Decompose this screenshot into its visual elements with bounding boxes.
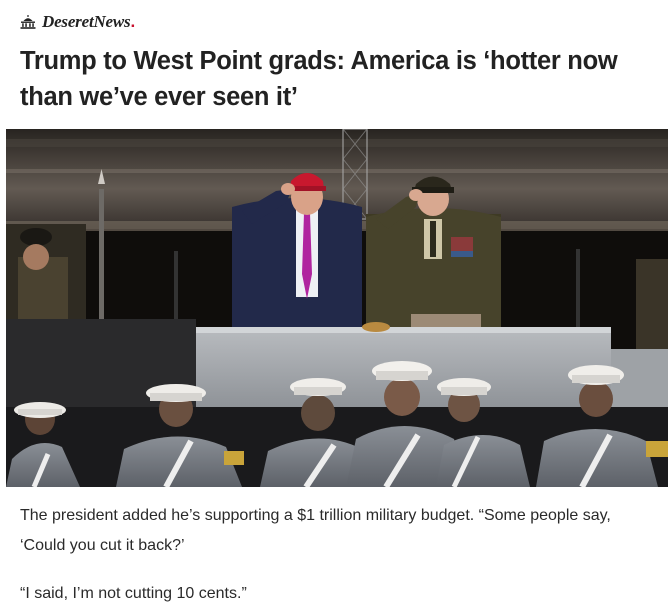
- brand-name: DeseretNews: [42, 12, 131, 31]
- brand-dot: .: [130, 12, 136, 31]
- article-paragraph: The president added he’s supporting a $1…: [20, 507, 611, 554]
- masthead[interactable]: DeseretNews .: [20, 11, 135, 33]
- capitol-building-icon: [20, 15, 36, 29]
- article-photo[interactable]: [6, 129, 668, 487]
- article-headline[interactable]: Trump to West Point grads: America is ‘h…: [20, 43, 660, 115]
- article-paragraph: “I said, I’m not cutting 10 cents.”: [20, 585, 247, 602]
